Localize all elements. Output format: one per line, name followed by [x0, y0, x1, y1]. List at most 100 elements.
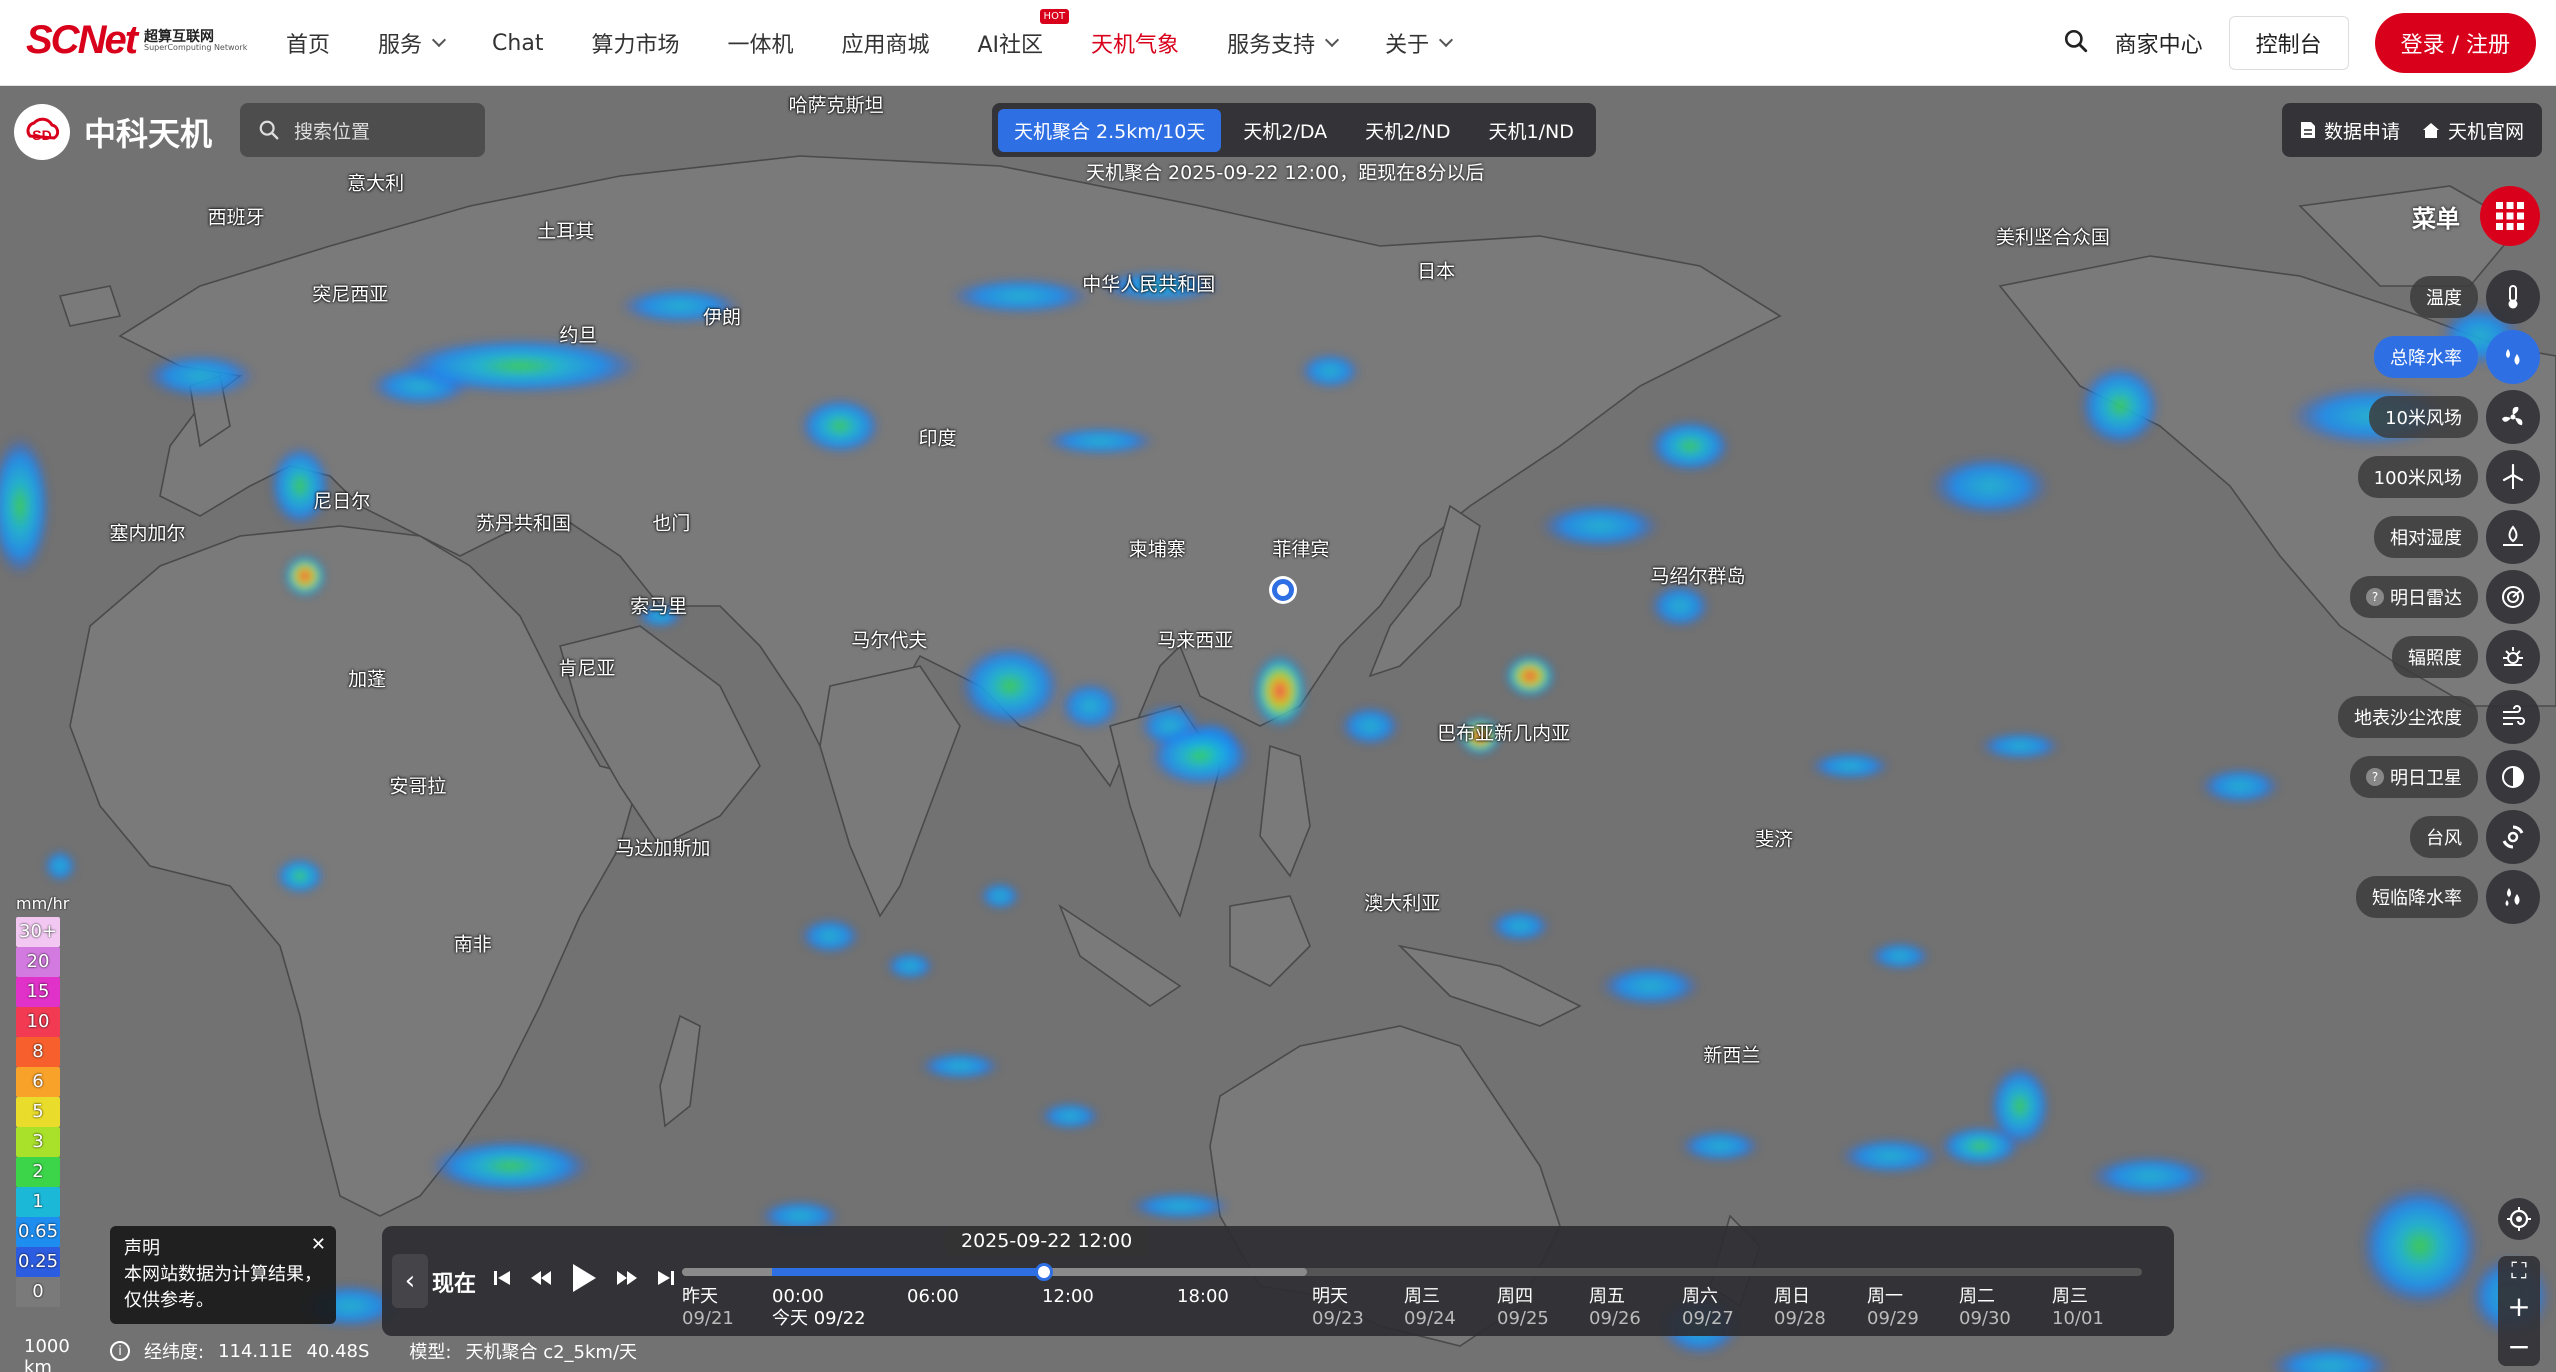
nav-item-3[interactable]: 算力市场	[591, 27, 679, 59]
official-site-link[interactable]: 天机官网	[2422, 117, 2524, 144]
timeline-tick[interactable]: 周二 09/30	[1959, 1286, 2011, 1330]
current-time-tooltip: 2025-09-22 12:00	[945, 1226, 1149, 1256]
wind-turbine-icon[interactable]	[2486, 450, 2540, 504]
satellite-icon[interactable]	[2486, 750, 2540, 804]
layer-8[interactable]: ? 明日卫星	[2350, 750, 2540, 804]
scnet-logo[interactable]: SCNet 超算互联网 SuperComputing Network	[26, 18, 247, 63]
nav-item-8[interactable]: 服务支持	[1227, 27, 1340, 59]
fast-forward-icon[interactable]	[616, 1268, 638, 1288]
timeline-tick[interactable]: 周五 09/26	[1589, 1286, 1641, 1330]
radar-icon[interactable]	[2486, 570, 2540, 624]
location-search-box[interactable]: 搜索位置	[240, 103, 485, 157]
nav-item-0[interactable]: 首页	[286, 27, 330, 59]
layer-label[interactable]: 台风	[2410, 816, 2478, 858]
data-apply-link[interactable]: 数据申请	[2300, 117, 2400, 144]
selected-location-marker[interactable]	[1272, 579, 1294, 601]
timeline-tick[interactable]: 06:00	[907, 1286, 959, 1308]
timeline-tick[interactable]: 00:00 今天 09/22	[772, 1286, 866, 1330]
precip-cell	[1504, 654, 1556, 698]
layer-label[interactable]: 辐照度	[2392, 636, 2478, 678]
nav-item-9[interactable]: 关于	[1385, 27, 1454, 59]
layer-7[interactable]: 地表沙尘浓度	[2338, 690, 2540, 744]
layer-0[interactable]: 温度	[2410, 270, 2540, 324]
layer-label[interactable]: 相对湿度	[2374, 516, 2478, 558]
sun-icon[interactable]	[2486, 630, 2540, 684]
humidity-icon[interactable]	[2486, 510, 2540, 564]
locate-icon[interactable]	[2498, 1198, 2540, 1240]
fullscreen-icon[interactable]: ⛶	[2511, 1259, 2526, 1284]
login-register-button[interactable]: 登录 / 注册	[2374, 13, 2536, 73]
menu-toggle[interactable]: 菜单	[2412, 186, 2540, 246]
timeline-track[interactable]	[682, 1263, 2142, 1281]
nav-item-5[interactable]: 应用商城	[841, 27, 929, 59]
help-icon[interactable]: ?	[2366, 768, 2384, 786]
zoom-in-button[interactable]: +	[2507, 1290, 2530, 1323]
merchant-center-link[interactable]: 商家中心	[2115, 27, 2203, 59]
document-icon	[2300, 122, 2315, 138]
layer-label[interactable]: ? 明日卫星	[2350, 756, 2478, 798]
layer-label[interactable]: 地表沙尘浓度	[2338, 696, 2478, 738]
dust-icon[interactable]	[2486, 690, 2540, 744]
nav-item-7[interactable]: 天机气象	[1091, 27, 1179, 59]
grid-menu-icon[interactable]	[2480, 186, 2540, 246]
nav-item-label: 关于	[1385, 33, 1430, 58]
layer-label[interactable]: 总降水率	[2374, 336, 2478, 378]
search-icon[interactable]	[2063, 28, 2089, 58]
rewind-icon[interactable]	[530, 1268, 552, 1288]
layer-label[interactable]: 短临降水率	[2356, 876, 2478, 918]
typhoon-icon[interactable]	[2486, 810, 2540, 864]
app-brand[interactable]: SD 中科天机	[14, 104, 212, 160]
nav-item-2[interactable]: Chat	[492, 31, 543, 56]
timeline-tick[interactable]: 昨天 09/21	[682, 1286, 734, 1330]
legend-stop: 5	[16, 1097, 60, 1127]
nav-item-6[interactable]: AI社区 HOT	[978, 9, 1070, 59]
timeline-tick[interactable]: 周三 10/01	[2052, 1286, 2104, 1330]
close-icon[interactable]: ✕	[311, 1232, 326, 1258]
timeline-tick[interactable]: 明天 09/23	[1312, 1286, 1364, 1330]
skip-end-icon[interactable]	[656, 1268, 676, 1288]
zoom-out-button[interactable]: −	[2507, 1330, 2530, 1363]
timeline-tick[interactable]: 周三 09/24	[1404, 1286, 1456, 1330]
raindrops-icon[interactable]	[2486, 330, 2540, 384]
layer-3[interactable]: 100米风场	[2357, 450, 2540, 504]
now-button[interactable]: 现在	[432, 1266, 476, 1298]
layer-10[interactable]: 短临降水率	[2356, 870, 2540, 924]
layer-5[interactable]: ? 明日雷达	[2350, 570, 2540, 624]
timeline-tick[interactable]: 周六 09/27	[1682, 1286, 1734, 1330]
layer-9[interactable]: 台风	[2410, 810, 2540, 864]
play-icon[interactable]	[570, 1262, 598, 1294]
timeline-tick[interactable]: 18:00	[1177, 1286, 1229, 1308]
layer-label[interactable]: ? 明日雷达	[2350, 576, 2478, 618]
timeline-tick[interactable]: 周四 09/25	[1497, 1286, 1549, 1330]
layer-6[interactable]: 辐照度	[2392, 630, 2540, 684]
console-button[interactable]: 控制台	[2228, 16, 2349, 70]
weather-map[interactable]: 冰岛挪威芬兰英国德国白俄罗斯俄罗斯哈萨克斯坦蒙古国意大利西班牙土耳其突尼西亚中华…	[0, 86, 2556, 1372]
skip-start-icon[interactable]	[492, 1268, 512, 1288]
timeline-tick[interactable]: 周日 09/28	[1774, 1286, 1826, 1330]
layer-4[interactable]: 相对湿度	[2374, 510, 2540, 564]
place-label: 安哥拉	[389, 775, 447, 798]
timeline-handle[interactable]	[1035, 1263, 1053, 1281]
nav-item-4[interactable]: 一体机	[727, 27, 793, 59]
drops-icon[interactable]	[2486, 870, 2540, 924]
layer-label[interactable]: 10米风场	[2369, 396, 2478, 438]
layer-label[interactable]: 100米风场	[2357, 456, 2478, 498]
precip-cell	[1840, 1138, 1940, 1174]
layer-1[interactable]: 总降水率	[2374, 330, 2540, 384]
model-tab-0[interactable]: 天机聚合 2.5km/10天	[998, 108, 1222, 152]
timeline-panel: ‹ 现在 2025-09-22 12:00 昨天 09/21 00:00 今天 09/…	[382, 1226, 2174, 1336]
precip-cell	[0, 436, 50, 576]
model-tab-1[interactable]: 天机2/DA	[1227, 109, 1343, 152]
layer-label[interactable]: 温度	[2410, 276, 2478, 318]
fan-icon[interactable]	[2486, 390, 2540, 444]
help-icon[interactable]: ?	[2366, 588, 2384, 606]
model-tab-3[interactable]: 天机1/ND	[1473, 109, 1590, 152]
thermometer-icon[interactable]	[2486, 270, 2540, 324]
model-tab-2[interactable]: 天机2/ND	[1349, 109, 1466, 152]
layer-2[interactable]: 10米风场	[2369, 390, 2540, 444]
info-icon[interactable]: i	[110, 1341, 130, 1361]
timeline-tick[interactable]: 12:00	[1042, 1286, 1094, 1308]
timeline-tick[interactable]: 周一 09/29	[1867, 1286, 1919, 1330]
chevron-left-icon[interactable]: ‹	[392, 1254, 428, 1308]
nav-item-1[interactable]: 服务	[378, 27, 447, 59]
